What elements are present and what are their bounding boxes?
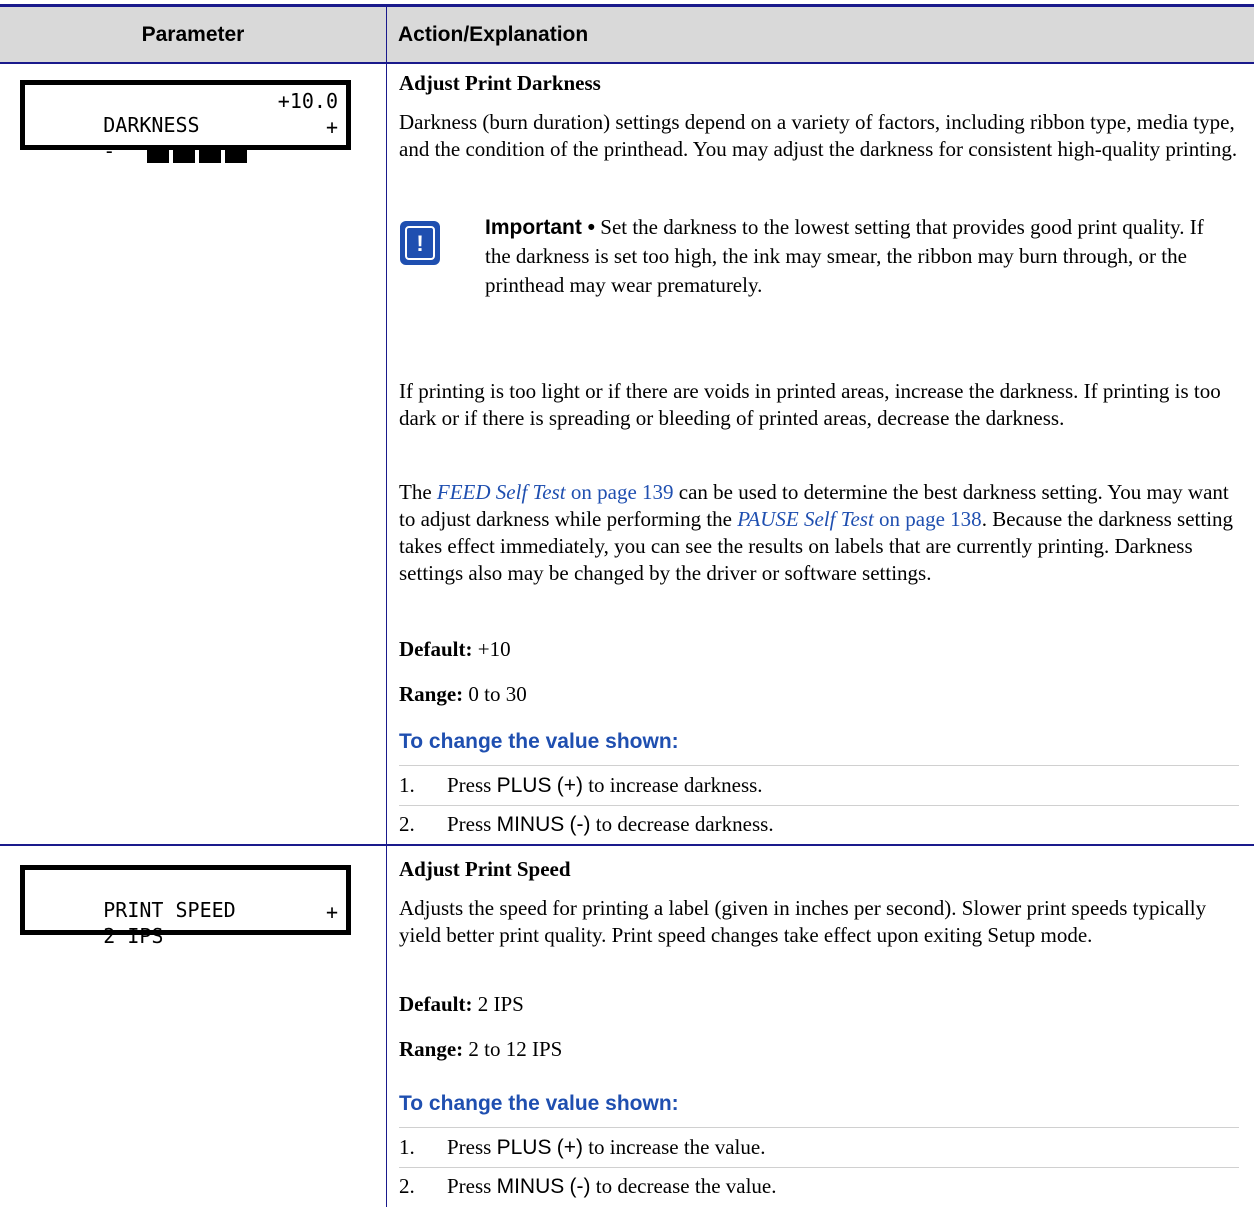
important-label: Important •	[485, 216, 596, 239]
speed-title: Adjust Print Speed	[399, 856, 1239, 883]
minus-symbol: (-)	[569, 813, 591, 836]
speed-range: Range: 2 to 12 IPS	[399, 1036, 1239, 1063]
lcd-speed-value: 2 IPS	[103, 924, 164, 948]
plus-key: PLUS	[496, 774, 552, 797]
feed-self-test-page: on page 139	[565, 480, 674, 504]
darkness-range: Range: 0 to 30	[399, 681, 1239, 708]
default-label: Default:	[399, 637, 473, 661]
header-parameter: Parameter	[141, 23, 245, 46]
lcd-darkness-value: +10.0	[277, 89, 338, 113]
header-action: Action/Explanation	[398, 23, 589, 46]
darkness-title: Adjust Print Darkness	[399, 70, 1239, 97]
table-header: Parameter Action/Explanation	[0, 7, 1254, 62]
lcd-plus: +	[325, 115, 338, 139]
lcd-bar-block	[199, 148, 222, 163]
plus-symbol: (+)	[556, 774, 583, 797]
pause-self-test-page: on page 138	[873, 507, 982, 531]
change-value-heading: To change the value shown:	[399, 730, 679, 753]
range-label: Range:	[399, 1037, 464, 1061]
lcd-bar-block	[225, 148, 248, 163]
range-value: 2 to 12 IPS	[463, 1037, 563, 1061]
lcd-bar-block	[147, 148, 170, 163]
lcd-plus: +	[325, 900, 338, 924]
header-separator	[386, 7, 387, 62]
default-value: 2 IPS	[472, 992, 524, 1016]
lcd-bar-block	[173, 148, 196, 163]
step-text: Press	[447, 812, 497, 836]
darkness-para2-text: If printing is too light or if there are…	[399, 379, 1221, 430]
range-value: 0 to 30	[463, 682, 527, 706]
column-divider-row1	[386, 64, 387, 844]
column-divider-row2	[386, 846, 387, 1207]
darkness-intro-text: Darkness (burn duration) settings depend…	[399, 110, 1238, 161]
speed-subheading: To change the value shown:	[399, 1090, 1239, 1117]
step-text: Press	[447, 1135, 497, 1159]
step-text-end: to decrease darkness.	[590, 812, 774, 836]
important-icon: !	[400, 221, 440, 265]
para3-a: The	[399, 480, 437, 504]
step-number: 2.	[399, 1174, 415, 1198]
divider	[399, 765, 1239, 766]
darkness-intro: Darkness (burn duration) settings depend…	[399, 109, 1239, 163]
darkness-para2: If printing is too light or if there are…	[399, 378, 1239, 432]
darkness-default: Default: +10	[399, 636, 1239, 663]
pause-self-test-title: PAUSE Self Test	[737, 507, 874, 531]
feed-self-test-link[interactable]: FEED Self Test on page 139	[437, 480, 674, 504]
default-value: +10	[472, 637, 511, 661]
speed-intro-text: Adjusts the speed for printing a label (…	[399, 896, 1207, 947]
step-text-end: to increase darkness.	[582, 773, 763, 797]
lcd-darkness: DARKNESS +10.0 - +	[20, 80, 351, 163]
step-number: 2.	[399, 812, 415, 836]
speed-heading: Adjust Print Speed	[399, 857, 571, 881]
step-text: Press	[447, 773, 497, 797]
minus-key: MINUS	[496, 813, 565, 836]
plus-symbol: (+)	[556, 1136, 583, 1159]
plus-key: PLUS	[496, 1136, 552, 1159]
pause-self-test-link[interactable]: PAUSE Self Test on page 138	[737, 507, 981, 531]
header-bottom-rule	[0, 62, 1254, 64]
divider	[399, 805, 1239, 806]
minus-key: MINUS	[496, 1175, 565, 1198]
darkness-heading: Adjust Print Darkness	[399, 71, 601, 95]
step-text-end: to decrease the value.	[590, 1174, 777, 1198]
darkness-subheading: To change the value shown:	[399, 728, 1239, 755]
darkness-para3: The FEED Self Test on page 139 can be us…	[399, 479, 1239, 587]
important-note: Important • Set the darkness to the lowe…	[485, 213, 1225, 300]
step-text: Press	[447, 1174, 497, 1198]
minus-symbol: (-)	[569, 1175, 591, 1198]
range-label: Range:	[399, 682, 464, 706]
step-number: 1.	[399, 1135, 415, 1159]
change-value-heading: To change the value shown:	[399, 1092, 679, 1115]
speed-intro: Adjusts the speed for printing a label (…	[399, 895, 1239, 949]
default-label: Default:	[399, 992, 473, 1016]
step-number: 1.	[399, 773, 415, 797]
lcd-darkness-bar	[51, 120, 251, 192]
divider	[399, 1127, 1239, 1128]
feed-self-test-title: FEED Self Test	[436, 480, 566, 504]
divider	[399, 1167, 1239, 1168]
lcd-print-speed: PRINT SPEED 2 IPS +	[20, 865, 351, 948]
row-divider	[0, 844, 1254, 846]
speed-default: Default: 2 IPS	[399, 991, 1239, 1018]
step-text-end: to increase the value.	[582, 1135, 766, 1159]
